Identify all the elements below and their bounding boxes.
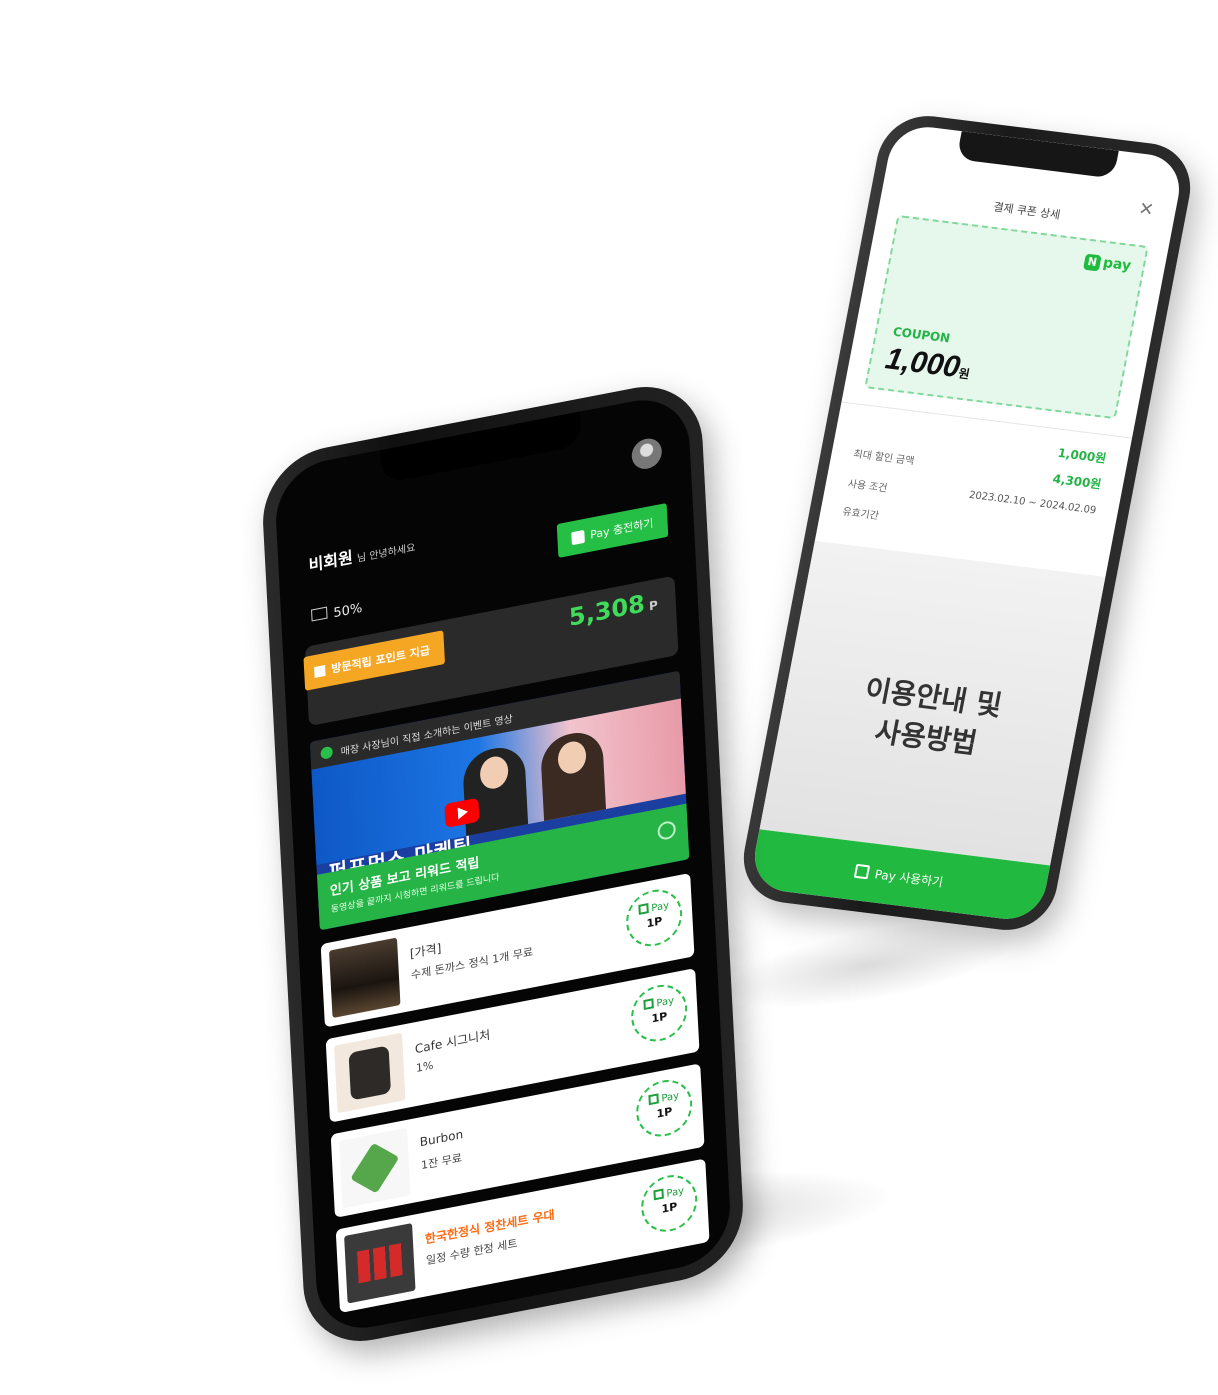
back-phone-notch: [956, 131, 1119, 179]
points-badge[interactable]: 방문적립 포인트 지급: [303, 630, 445, 691]
coupon-card: Npay COUPON 1,000원: [864, 214, 1149, 420]
detail-value: 2023.02.10 ~ 2024.02.09: [968, 489, 1097, 517]
back-phone-screen: ✕ 결제 쿠폰 상세 Npay COUPON 1,000원 1,000원 최대 …: [748, 122, 1186, 924]
pay-logo-mark: N: [1082, 253, 1102, 272]
coupon-details: 1,000원 최대 할인 금액 4,300원 사용 조건 2023.02.10 …: [816, 401, 1133, 568]
product-thumbnail: [334, 1032, 406, 1114]
product-thumbnail: [344, 1223, 416, 1304]
pay-square-icon: [854, 863, 871, 880]
level-label: 50%: [333, 600, 363, 622]
stamp-brand: Pay: [656, 995, 675, 1010]
stamp-value: 1P: [661, 1199, 678, 1216]
detail-row: 1,000원: [860, 419, 1108, 466]
pay-stamp: Pay 1P: [634, 1075, 694, 1142]
coupon-amount: 1,000원: [883, 342, 974, 386]
usage-guide-text: 이용안내 및 사용방법: [777, 660, 1083, 776]
product-thumbnail: [339, 1127, 411, 1209]
coupon-label: COUPON: [891, 324, 952, 346]
coupon-amount-unit: 원: [957, 366, 971, 382]
level-indicator: 50%: [311, 600, 363, 626]
user-avatar-icon[interactable]: [631, 435, 663, 472]
detail-value: 4,300원: [1051, 471, 1103, 492]
pay-logo-text: pay: [1101, 254, 1133, 275]
product-name: Cafe 시그니처: [414, 1027, 491, 1057]
coupon-amount-value: 1,000: [882, 342, 963, 385]
pay-square-icon: [652, 1188, 664, 1201]
detail-label: 유효기간: [841, 506, 880, 523]
user-greeting: 비회원 님 안녕하세요: [308, 532, 416, 576]
stamp-value: 1P: [646, 914, 663, 931]
usage-guide-section: 이용안내 및 사용방법: [759, 540, 1106, 866]
person-figure: [539, 727, 607, 822]
points-badge-icon: [314, 664, 326, 678]
pay-charge-label: Pay 충전하기: [589, 516, 654, 542]
pay-square-icon: [647, 1093, 659, 1106]
pay-square-icon: [570, 529, 585, 545]
stamp-brand: Pay: [651, 900, 670, 915]
points-amount: 5,308: [568, 589, 646, 632]
front-phone-notch: [380, 411, 582, 484]
pay-charge-button[interactable]: Pay 충전하기: [556, 502, 669, 558]
detail-label: 최대 할인 금액: [852, 448, 916, 468]
detail-value: 1,000원: [1056, 445, 1108, 466]
pay-stamp: Pay 1P: [624, 884, 684, 952]
pay-logo: Npay: [1082, 253, 1133, 276]
back-phone: ✕ 결제 쿠폰 상세 Npay COUPON 1,000원 1,000원 최대 …: [735, 110, 1199, 936]
product-name: Burbon: [419, 1127, 464, 1150]
points-value: 5,308 P: [568, 587, 659, 632]
pay-stamp: Pay 1P: [629, 979, 689, 1047]
user-name: 비회원: [308, 547, 354, 575]
stamp-value: 1P: [656, 1104, 673, 1121]
product-desc: 1%: [415, 1058, 434, 1075]
points-badge-label: 방문적립 포인트 지급: [330, 643, 431, 676]
front-phone: 비회원 님 안녕하세요 Pay 충전하기 50% 방문적립 포인트 지급 5,30…: [259, 375, 747, 1353]
use-pay-label: Pay 사용하기: [873, 866, 945, 890]
points-unit: P: [648, 597, 659, 614]
front-phone-screen: 비회원 님 안녕하세요 Pay 충전하기 50% 방문적립 포인트 지급 5,30…: [273, 390, 733, 1338]
user-subtitle: 님 안녕하세요: [356, 542, 416, 565]
stamp-value: 1P: [651, 1009, 668, 1026]
pay-square-icon: [637, 903, 649, 915]
product-desc: 1잔 무료: [420, 1151, 463, 1173]
person-face: [479, 754, 509, 792]
pay-square-icon: [642, 998, 654, 1011]
product-thumbnail: [329, 937, 401, 1019]
level-icon: [311, 606, 328, 622]
stamp-brand: Pay: [661, 1090, 680, 1105]
pay-stamp: Pay 1P: [639, 1170, 699, 1237]
product-name: [가격]: [409, 941, 442, 962]
person-face: [557, 738, 587, 777]
reward-icon: [657, 819, 677, 842]
channel-icon: [320, 745, 333, 760]
stamp-brand: Pay: [666, 1185, 685, 1200]
detail-label: 사용 조건: [846, 478, 889, 495]
